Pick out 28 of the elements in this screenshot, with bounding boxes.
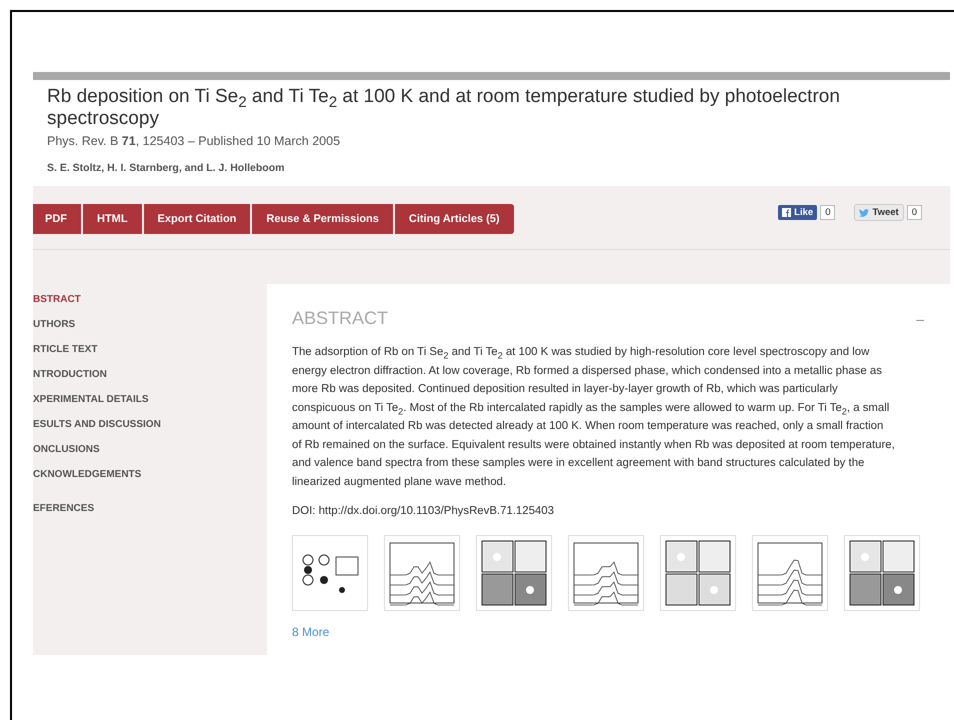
sidebar-item[interactable]: UTHORS	[33, 319, 267, 344]
like-button[interactable]: Like	[778, 205, 818, 220]
sidebar-item[interactable]: EFERENCES	[33, 503, 267, 528]
sidebar-item[interactable]: NTRODUCTION	[33, 369, 267, 394]
like-count: 0	[820, 205, 836, 220]
more-link[interactable]: 8 More	[292, 625, 330, 639]
toolbar-button[interactable]: PDF	[33, 204, 81, 234]
facebook-icon	[782, 208, 792, 217]
section-heading: ABSTRACT	[292, 308, 388, 329]
toolbar-button[interactable]: Citing Articles (5)	[394, 204, 514, 234]
doi-text: DOI: http://dx.doi.org/10.1103/PhysRevB.71.125403	[292, 505, 555, 517]
sidebar-item[interactable]: BSTRACT	[33, 294, 267, 319]
bird-icon	[859, 208, 870, 216]
toolbar-button[interactable]: Reuse & Permissions	[252, 204, 393, 234]
sidebar-item[interactable]: XPERIMENTAL DETAILS	[33, 394, 267, 419]
tweet-button[interactable]: Tweet	[854, 204, 904, 221]
toolbar-button[interactable]: HTML	[83, 204, 142, 234]
authors-text: S. E. Stoltz, H. I. Starnberg, and L. J. Holleboom	[47, 162, 286, 174]
tweet-count: 0	[906, 205, 922, 220]
abstract-paragraph: The adsorption of Rb on Ti Se$_{2}$ and Ti Te$_{2}$ at 100 K was studied by high-resolution core level spectroscopy and low energy electron diffraction. At low coverage, Rb formed a dispersed phase, which condensed into a metallic phase as more Rb was deposited. Continued deposition resulted in layer-by-layer growth of Rb, which was particularly conspicuous on Ti Te$_{2}$. Most of the Rb intercalated rapidly as the samples were allowed to warm up. For Ti Te$_{2}$, a small amount of intercalated Rb was detected already at 100 K. When room temperature was reached, only a small fraction of Rb remained on the surface. Equivalent results were obtained instantly when Rb was deposited at room temperature, and valence band spectra from these samples were in excellent agreement with band structures calculated by the linearized augmented plane wave method.	[292, 345, 896, 490]
sidebar-item[interactable]: CKNOWLEDGEMENTS	[33, 469, 267, 503]
citation-text: Phys. Rev. B 71, 125403 – Published 10 March 2005	[47, 134, 342, 148]
article-title: Rb deposition on Ti Se$_{2}$ and Ti Te$_{2}$ at 100 K and at room temperature studied by photoelectron spectroscopy	[47, 86, 841, 130]
toolbar-button[interactable]: Export Citation	[144, 204, 250, 234]
sidebar-item[interactable]: ONCLUSIONS	[33, 444, 267, 469]
sidebar-item[interactable]: ESULTS AND DISCUSSION	[33, 419, 267, 444]
sidebar-item[interactable]: RTICLE TEXT	[33, 344, 267, 369]
collapse-button[interactable]: –	[916, 310, 924, 326]
